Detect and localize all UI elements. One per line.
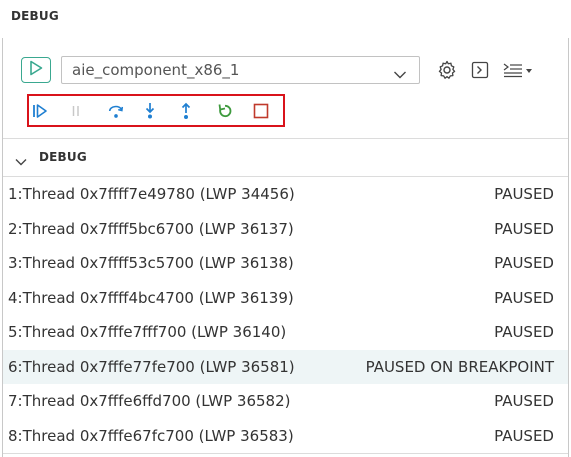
view-title: DEBUG: [11, 9, 59, 23]
thread-name: 1:Thread 0x7ffff7e49780 (LWP 34456): [8, 185, 295, 203]
thread-status: PAUSED: [494, 288, 554, 307]
stop-icon[interactable]: [252, 102, 270, 120]
panel-right-border: [568, 38, 569, 457]
thread-status: PAUSED: [494, 323, 554, 341]
thread-status: PAUSED: [494, 392, 554, 410]
step-into-icon[interactable]: [141, 102, 159, 120]
step-out-icon[interactable]: [177, 102, 195, 120]
thread-row[interactable]: 2:Thread 0x7ffff5bc6700 (LWP 36137) PAUS…: [3, 212, 568, 247]
thread-row[interactable]: 1:Thread 0x7ffff7e49780 (LWP 34456) PAUS…: [3, 177, 568, 212]
step-over-icon[interactable]: [107, 102, 125, 120]
chevron-down-icon: [14, 152, 28, 171]
section-title: DEBUG: [39, 150, 87, 164]
restart-icon[interactable]: [216, 102, 234, 120]
play-icon: [29, 60, 43, 80]
thread-name: 6:Thread 0x7fffe77fe700 (LWP 36581): [8, 357, 295, 376]
launch-config-select[interactable]: aie_component_x86_1: [61, 56, 420, 84]
thread-row[interactable]: 5:Thread 0x7fffe7fff700 (LWP 36140) PAUS…: [3, 315, 568, 350]
gear-icon[interactable]: [436, 59, 458, 81]
thread-status: PAUSED ON BREAKPOINT: [365, 357, 554, 376]
debug-panel: DEBUG aie_component_x86_1 DEBUG 1:Thread…: [0, 0, 571, 457]
thread-row[interactable]: 8:Thread 0x7fffe67fc700 (LWP 36583) PAUS…: [3, 419, 568, 454]
debug-section-header[interactable]: DEBUG: [3, 139, 568, 176]
list-dropdown-icon[interactable]: [502, 61, 540, 79]
thread-status: PAUSED: [494, 426, 554, 445]
thread-row[interactable]: 7:Thread 0x7fffe6ffd700 (LWP 36582) PAUS…: [3, 384, 568, 419]
start-debugging-button[interactable]: [21, 57, 51, 83]
thread-name: 8:Thread 0x7fffe67fc700 (LWP 36583): [8, 426, 294, 445]
thread-status: PAUSED: [494, 219, 554, 238]
terminal-icon[interactable]: [470, 60, 490, 80]
thread-name: 3:Thread 0x7ffff53c5700 (LWP 36138): [8, 254, 294, 272]
thread-name: 4:Thread 0x7ffff4bc4700 (LWP 36139): [8, 288, 294, 307]
thread-row[interactable]: 3:Thread 0x7ffff53c5700 (LWP 36138) PAUS…: [3, 246, 568, 281]
thread-status: PAUSED: [494, 254, 554, 272]
chevron-down-icon: [393, 65, 407, 84]
thread-name: 7:Thread 0x7fffe6ffd700 (LWP 36582): [8, 392, 291, 410]
thread-name: 5:Thread 0x7fffe7fff700 (LWP 36140): [8, 323, 287, 341]
thread-list: 1:Thread 0x7ffff7e49780 (LWP 34456) PAUS…: [3, 177, 568, 453]
launch-config-value: aie_component_x86_1: [72, 61, 240, 79]
thread-row-selected[interactable]: 6:Thread 0x7fffe77fe700 (LWP 36581) PAUS…: [3, 349, 568, 384]
continue-icon[interactable]: [31, 102, 49, 120]
debug-toolbar: [27, 94, 285, 127]
thread-status: PAUSED: [494, 185, 554, 203]
thread-name: 2:Thread 0x7ffff5bc6700 (LWP 36137): [8, 219, 294, 238]
pause-icon[interactable]: [67, 102, 85, 120]
thread-row[interactable]: 4:Thread 0x7ffff4bc4700 (LWP 36139) PAUS…: [3, 281, 568, 316]
panel-bottom-divider: [3, 453, 568, 454]
